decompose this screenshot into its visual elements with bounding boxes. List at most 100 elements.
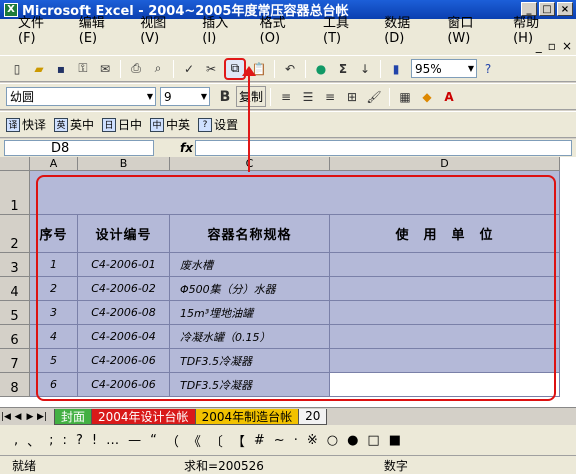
- symbol-quote[interactable]: “: [150, 433, 157, 448]
- zh-en-button[interactable]: 中中英: [150, 116, 190, 133]
- formula-input[interactable]: [195, 140, 572, 156]
- align-right-icon[interactable]: ≡: [321, 88, 339, 106]
- merge-center-icon[interactable]: ⊞: [343, 88, 361, 106]
- ja-zh-button[interactable]: 日日中: [102, 116, 142, 133]
- header-user-unit[interactable]: 使 用 单 位: [330, 215, 560, 253]
- row-header-2[interactable]: 2: [0, 215, 30, 253]
- close-button[interactable]: ×: [557, 2, 573, 16]
- autosum-icon[interactable]: Σ: [334, 60, 352, 78]
- symbol-question[interactable]: ?: [76, 433, 83, 448]
- col-header-b[interactable]: B: [78, 157, 170, 171]
- table-cell[interactable]: [330, 277, 560, 301]
- table-cell[interactable]: [330, 325, 560, 349]
- col-header-d[interactable]: D: [330, 157, 560, 171]
- symbol-semicolon[interactable]: ;: [49, 433, 53, 448]
- undo-icon[interactable]: ↶: [281, 60, 299, 78]
- table-cell[interactable]: C4-2006-06: [78, 349, 170, 373]
- open-icon[interactable]: ▰: [30, 60, 48, 78]
- format-painter-icon[interactable]: 🖌: [365, 88, 383, 106]
- align-center-icon[interactable]: ☰: [299, 88, 317, 106]
- borders-icon[interactable]: ▦: [396, 88, 414, 106]
- symbol-colon[interactable]: :: [63, 433, 67, 448]
- fill-color-icon[interactable]: ◆: [418, 88, 436, 106]
- save-icon[interactable]: ▪: [52, 60, 70, 78]
- permission-icon[interactable]: ⚿: [74, 60, 92, 78]
- new-icon[interactable]: ▯: [8, 60, 26, 78]
- worksheet-grid[interactable]: A B C D 1 2 3 4 5 6 7 8 序号 设计编号 容器名称规格 使…: [0, 157, 576, 407]
- col-header-c[interactable]: C: [170, 157, 330, 171]
- settings-button[interactable]: ? 设置: [198, 116, 238, 133]
- row-header-6[interactable]: 6: [0, 325, 30, 349]
- next-sheet-icon[interactable]: ▶: [24, 412, 36, 422]
- fx-label[interactable]: fx: [180, 141, 193, 155]
- table-cell[interactable]: 2: [30, 277, 78, 301]
- spelling-icon[interactable]: ✓: [180, 60, 198, 78]
- font-size-select[interactable]: 9 ▼: [160, 87, 210, 106]
- selected-cell-d8[interactable]: [330, 373, 560, 397]
- sheet-tab-2004-design[interactable]: 2004年设计台帐: [91, 408, 196, 425]
- menu-tools[interactable]: 工具(T): [323, 12, 364, 46]
- symbol-hash[interactable]: #: [254, 433, 265, 448]
- symbol-tilde[interactable]: ~: [274, 433, 285, 448]
- table-cell[interactable]: TDF3.5冷凝器: [170, 349, 330, 373]
- row-header-8[interactable]: 8: [0, 373, 30, 397]
- table-cell[interactable]: 冷凝水罐（0.15）: [170, 325, 330, 349]
- sheet-tab-cover[interactable]: 封面: [54, 408, 93, 425]
- sheet-tab-more[interactable]: 20: [298, 408, 328, 425]
- table-cell[interactable]: 6: [30, 373, 78, 397]
- table-cell[interactable]: C4-2006-06: [78, 373, 170, 397]
- bold-button[interactable]: B: [216, 88, 234, 106]
- sheet-tab-2004-manufacture[interactable]: 2004年制造台帐: [194, 408, 300, 425]
- table-cell[interactable]: [330, 349, 560, 373]
- row-header-4[interactable]: 4: [0, 277, 30, 301]
- table-cell[interactable]: [330, 253, 560, 277]
- symbol-paren[interactable]: （: [166, 431, 179, 450]
- last-sheet-icon[interactable]: ▶|: [36, 412, 48, 422]
- name-box[interactable]: D8: [4, 140, 154, 156]
- quick-translate-button[interactable]: 译快译: [6, 116, 46, 133]
- cut-icon[interactable]: ✂: [202, 60, 220, 78]
- symbol-lenticular[interactable]: 【: [232, 431, 245, 450]
- row-header-1[interactable]: 1: [0, 171, 30, 215]
- menu-file[interactable]: 文件(F): [18, 12, 59, 46]
- table-cell[interactable]: C4-2006-04: [78, 325, 170, 349]
- font-color-icon[interactable]: A: [440, 88, 458, 106]
- align-left-icon[interactable]: ≡: [277, 88, 295, 106]
- symbol-dun[interactable]: 、: [27, 431, 40, 450]
- table-cell[interactable]: 3: [30, 301, 78, 325]
- symbol-comma[interactable]: ,: [14, 433, 18, 448]
- header-seq[interactable]: 序号: [30, 215, 78, 253]
- table-cell[interactable]: 1: [30, 253, 78, 277]
- symbol-dash[interactable]: —: [128, 433, 141, 448]
- prev-sheet-icon[interactable]: ◀: [12, 412, 24, 422]
- doc-restore-button[interactable]: ▫: [548, 39, 556, 53]
- doc-minimize-button[interactable]: _: [536, 39, 542, 53]
- table-cell[interactable]: Φ500集（分）水器: [170, 277, 330, 301]
- table-cell[interactable]: TDF3.5冷凝器: [170, 373, 330, 397]
- symbol-filled-circle[interactable]: ●: [347, 433, 358, 448]
- hyperlink-icon[interactable]: ●: [312, 60, 330, 78]
- copy-text-button[interactable]: 复制: [236, 86, 267, 107]
- header-design-no[interactable]: 设计编号: [78, 215, 170, 253]
- chart-wizard-icon[interactable]: ▮: [387, 60, 405, 78]
- menu-insert[interactable]: 插入(I): [202, 12, 239, 46]
- row-header-3[interactable]: 3: [0, 253, 30, 277]
- menu-data[interactable]: 数据(D): [384, 12, 427, 46]
- en-zh-button[interactable]: 英英中: [54, 116, 94, 133]
- symbol-ellipsis[interactable]: …: [106, 433, 119, 448]
- first-sheet-icon[interactable]: |◀: [0, 412, 12, 422]
- table-cell[interactable]: C4-2006-02: [78, 277, 170, 301]
- menu-view[interactable]: 视图(V): [140, 12, 182, 46]
- symbol-middle-dot[interactable]: ·: [294, 433, 298, 448]
- zoom-select[interactable]: 95% ▼: [411, 59, 477, 78]
- col-header-a[interactable]: A: [30, 157, 78, 171]
- sort-ascending-icon[interactable]: ↓: [356, 60, 374, 78]
- table-cell[interactable]: 15m³埋地油罐: [170, 301, 330, 325]
- font-select[interactable]: 幼圆 ▼: [6, 87, 156, 106]
- menu-format[interactable]: 格式(O): [260, 12, 303, 46]
- table-cell[interactable]: [330, 301, 560, 325]
- symbol-reference[interactable]: ※: [307, 433, 318, 448]
- row-header-7[interactable]: 7: [0, 349, 30, 373]
- symbol-tortoise[interactable]: 〔: [210, 431, 223, 450]
- doc-close-button[interactable]: ×: [562, 39, 572, 53]
